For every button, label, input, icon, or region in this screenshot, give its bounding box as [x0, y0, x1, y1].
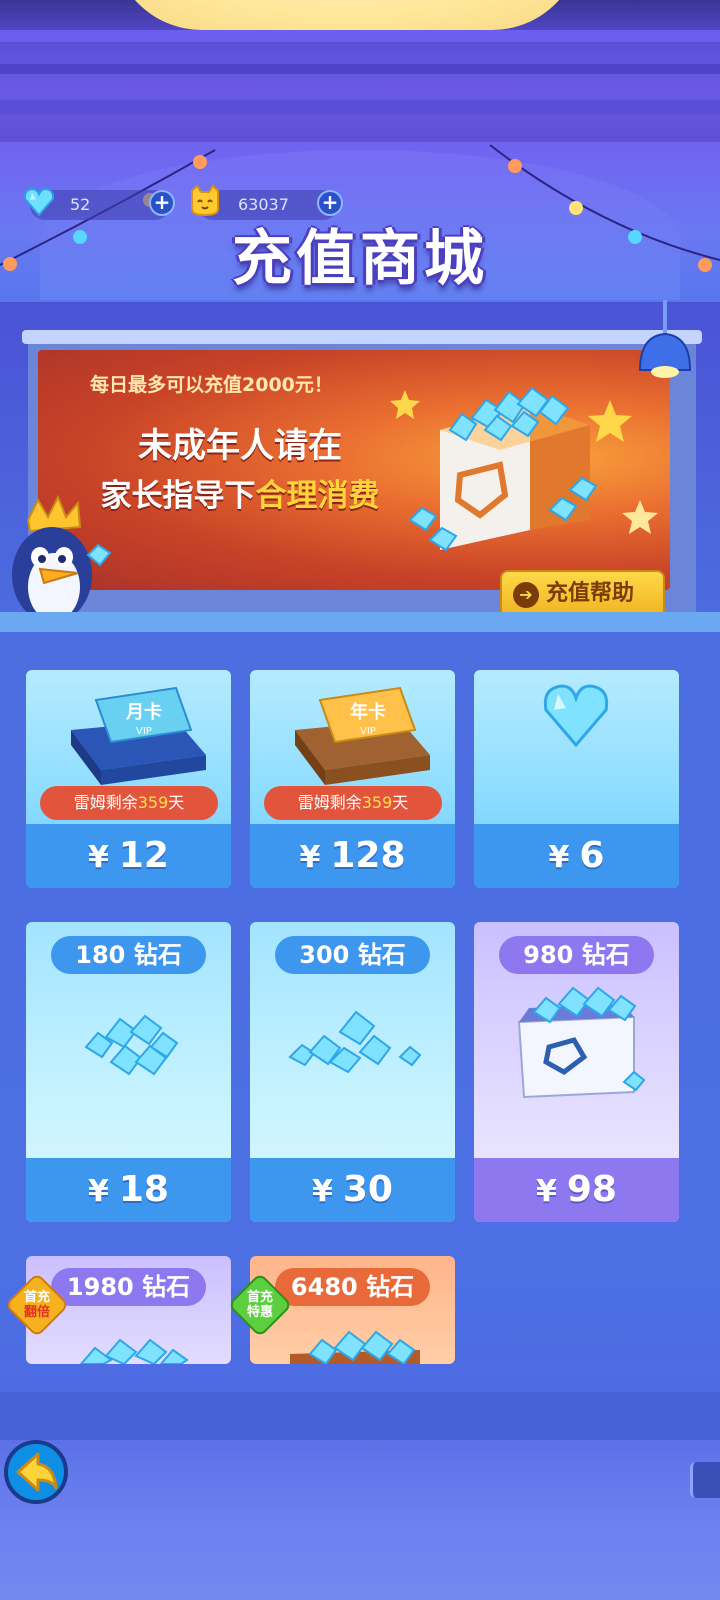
card-remaining-tag: 雷姆剩余359天	[264, 786, 442, 820]
diamond-980-product[interactable]: 980 钻石 ¥98	[474, 922, 679, 1222]
banner-minor-warning-line2: 家长指导下合理消费	[70, 470, 410, 515]
currency-symbol: ¥	[312, 1174, 333, 1209]
page-title: 充值商城	[232, 224, 488, 294]
first-charge-special-badge-text: 首充 特惠	[237, 1290, 283, 1320]
price-button[interactable]: ¥30	[250, 1158, 455, 1222]
badge-line2: 翻倍	[23, 1305, 50, 1320]
svg-text:年卡: 年卡	[350, 701, 386, 723]
moon-decoration	[112, 0, 582, 30]
currency-symbol: ¥	[88, 840, 109, 875]
first-charge-double-badge-text: 首充 翻倍	[14, 1290, 60, 1320]
diamond-300-product[interactable]: 300 钻石 ¥30	[250, 922, 455, 1222]
badge-line1: 首充	[23, 1290, 50, 1305]
price-button[interactable]: ¥98	[474, 1158, 679, 1222]
currency-symbol: ¥	[88, 1174, 109, 1209]
price-button[interactable]: ¥6	[474, 824, 679, 888]
back-arrow-icon	[16, 1452, 58, 1492]
price-value: 6	[579, 835, 605, 876]
banner-daily-limit-text: 每日最多可以充值2000元！	[90, 374, 333, 396]
svg-text:VIP: VIP	[360, 726, 376, 737]
banner-rail	[22, 330, 702, 344]
recharge-help-label: 充值帮助	[546, 581, 635, 606]
back-button[interactable]	[4, 1440, 68, 1504]
diamond-chest-illustration	[390, 386, 658, 552]
price-value: 98	[566, 1169, 617, 1210]
price-button[interactable]: ¥18	[26, 1158, 231, 1222]
card-remaining-tag: 雷姆剩余359天	[40, 786, 218, 820]
arrow-right-icon: ➔	[513, 582, 539, 608]
svg-text:VIP: VIP	[136, 726, 152, 737]
price-value: 30	[342, 1169, 393, 1210]
shelf-floor	[0, 612, 720, 632]
roof-stripe	[0, 30, 720, 42]
diamond-pile-icon	[288, 1010, 422, 1074]
hanging-lamp-decoration	[638, 300, 692, 378]
banner-minor-warning-line1: 未成年人请在	[138, 426, 342, 466]
banner-line3-prefix: 家长指导下	[100, 478, 256, 514]
price-button[interactable]: ¥12	[26, 824, 231, 888]
price-value: 128	[330, 835, 406, 876]
badge-line1: 首充	[246, 1290, 273, 1305]
banner-line3-highlight: 合理消费	[255, 478, 380, 514]
yearly-card-product[interactable]: 年卡 VIP 雷姆剩余359天 ¥128	[250, 670, 455, 888]
roof-stripe	[0, 100, 720, 114]
diamond-pile-icon	[84, 1014, 179, 1076]
svg-text:月卡: 月卡	[125, 701, 162, 723]
currency-symbol: ¥	[548, 840, 570, 875]
single-diamond-product[interactable]: ¥6	[474, 670, 679, 888]
tag-suffix: 天	[392, 793, 409, 812]
diamond-box-icon	[517, 986, 646, 1099]
price-value: 18	[118, 1169, 169, 1210]
price-button[interactable]: ¥128	[250, 824, 455, 888]
tag-prefix: 雷姆剩余	[73, 793, 138, 812]
currency-symbol: ¥	[299, 840, 321, 875]
side-tab[interactable]	[690, 1462, 720, 1498]
tag-prefix: 雷姆剩余	[297, 793, 362, 812]
tag-days: 359	[361, 793, 393, 812]
tag-suffix: 天	[168, 793, 185, 812]
bottom-rail	[0, 1392, 720, 1440]
currency-symbol: ¥	[536, 1174, 557, 1209]
diamond-180-product[interactable]: 180 钻石 ¥18	[26, 922, 231, 1222]
tag-days: 359	[137, 793, 169, 812]
price-value: 12	[118, 835, 169, 876]
monthly-card-product[interactable]: 月卡 VIP 雷姆剩余359天 ¥12	[26, 670, 231, 888]
blue-heart-diamond-icon	[543, 684, 609, 748]
badge-line2: 特惠	[246, 1305, 273, 1320]
roof-stripe	[0, 64, 720, 74]
